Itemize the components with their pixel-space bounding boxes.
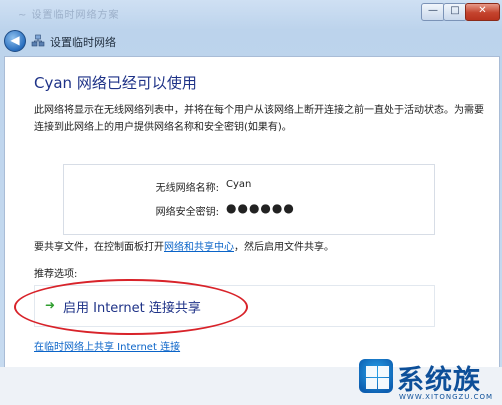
nav-bar: ◀ 设置临时网络 (0, 26, 502, 56)
logo-site-text: WWW.XITONGZU.COM (399, 393, 494, 401)
network-name-value: Cyan (226, 179, 252, 190)
page-heading: Cyan 网络已经可以使用 (34, 74, 197, 92)
back-button[interactable]: ◀ (4, 30, 26, 52)
enable-ics-label: 启用 Internet 连接共享 (63, 301, 201, 316)
title-bar: ~ 设置临时网络方案 — □ ✕ (0, 0, 502, 24)
description-text: 此网络将显示在无线网络列表中，并将在每个用户从该网络上断开连接之前一直处于活动状… (34, 105, 484, 133)
close-button[interactable]: ✕ (465, 3, 500, 21)
watermark-logo: 系统族 WWW.XITONGZU.COM (357, 355, 502, 405)
windows-logo-icon (359, 359, 393, 393)
share-instructions: 要共享文件，在控制面板打开网络和共享中心，然后启用文件共享。 (34, 238, 484, 253)
nav-title: 设置临时网络 (50, 36, 116, 49)
security-key-value: ●●●●●● (226, 201, 295, 215)
recommended-options-label: 推荐选项: (34, 269, 78, 280)
faded-title: ~ 设置临时网络方案 (18, 10, 120, 21)
minimize-button[interactable]: — (421, 3, 445, 21)
enable-ics-option[interactable]: ➜ 启用 Internet 连接共享 (34, 285, 435, 327)
green-arrow-icon: ➜ (45, 298, 56, 312)
share-internet-link[interactable]: 在临时网络上共享 Internet 连接 (34, 338, 180, 353)
network-info-box: 无线网络名称: Cyan 网络安全密钥: ●●●●●● (63, 164, 435, 235)
content-panel: Cyan 网络已经可以使用 此网络将显示在无线网络列表中，并将在每个用户从该网络… (4, 56, 500, 368)
share-suffix: ，然后启用文件共享。 (234, 242, 334, 253)
network-name-label: 无线网络名称: (155, 183, 219, 194)
network-sharing-center-link[interactable]: 网络和共享中心 (164, 242, 234, 253)
logo-brand-text: 系统族 (397, 365, 481, 396)
network-icon (31, 34, 45, 47)
maximize-button[interactable]: □ (443, 3, 467, 21)
share-prefix: 要共享文件，在控制面板打开 (34, 242, 164, 253)
security-key-label: 网络安全密钥: (155, 207, 219, 218)
dialog-window: ~ 设置临时网络方案 — □ ✕ ◀ 设置临时网络 Cyan 网络已经可以使用 … (0, 0, 502, 405)
